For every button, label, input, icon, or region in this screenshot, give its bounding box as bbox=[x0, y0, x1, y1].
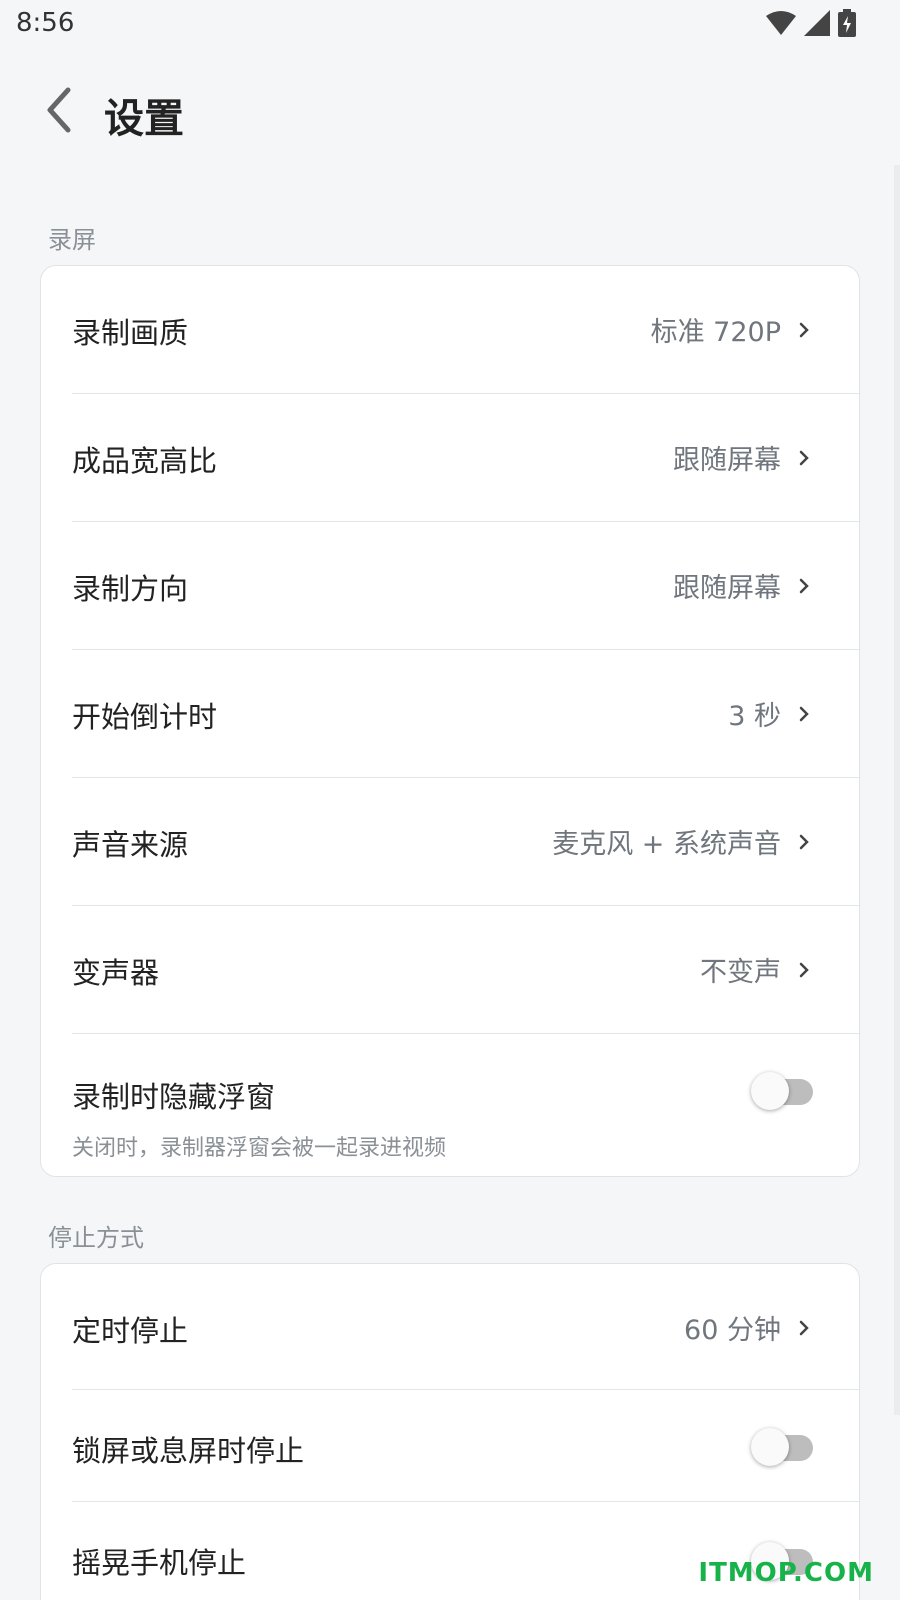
setting-label: 摇晃手机停止 bbox=[72, 1546, 247, 1580]
setting-value: 3 秒 bbox=[728, 701, 781, 732]
scroll-indicator[interactable] bbox=[894, 165, 900, 1415]
chevron-right-icon bbox=[799, 450, 809, 466]
setting-value: 麦克风 + 系统声音 bbox=[552, 829, 781, 860]
page-title: 设置 bbox=[104, 96, 184, 142]
section-title-stop-method: 停止方式 bbox=[48, 1224, 144, 1252]
chevron-right-icon bbox=[799, 706, 809, 722]
setting-label: 录制画质 bbox=[72, 316, 189, 350]
section-title-recording: 录屏 bbox=[48, 226, 96, 254]
setting-row-quality[interactable]: 录制画质 标准 720P bbox=[72, 266, 859, 394]
setting-label: 开始倒计时 bbox=[72, 700, 218, 734]
setting-value: 跟随屏幕 bbox=[673, 445, 781, 476]
setting-row-timed-stop[interactable]: 定时停止 60 分钟 bbox=[72, 1264, 859, 1390]
setting-row-voice-changer[interactable]: 变声器 不变声 bbox=[72, 906, 859, 1034]
toggle-knob bbox=[751, 1428, 789, 1466]
chevron-right-icon bbox=[799, 578, 809, 594]
back-button[interactable] bbox=[40, 84, 84, 136]
app-header: 设置 bbox=[0, 70, 900, 150]
setting-label: 录制方向 bbox=[72, 572, 189, 606]
status-time: 8:56 bbox=[16, 8, 75, 38]
setting-row-aspect-ratio[interactable]: 成品宽高比 跟随屏幕 bbox=[72, 394, 859, 522]
status-icons bbox=[766, 8, 856, 38]
setting-row-orientation[interactable]: 录制方向 跟随屏幕 bbox=[72, 522, 859, 650]
cellular-signal-icon bbox=[804, 10, 830, 36]
setting-label: 变声器 bbox=[72, 956, 160, 990]
settings-card-stop-method: 定时停止 60 分钟 锁屏或息屏时停止 摇晃手机停止 bbox=[40, 1263, 860, 1600]
chevron-right-icon bbox=[799, 962, 809, 978]
setting-label: 声音来源 bbox=[72, 828, 189, 862]
chevron-right-icon bbox=[799, 834, 809, 850]
battery-charging-icon bbox=[838, 9, 856, 37]
wifi-icon bbox=[766, 11, 796, 35]
stop-on-lock-toggle[interactable] bbox=[751, 1428, 815, 1466]
watermark: ITMOP.COM bbox=[698, 1558, 874, 1588]
setting-row-stop-on-lock: 锁屏或息屏时停止 bbox=[72, 1390, 859, 1502]
setting-label: 成品宽高比 bbox=[72, 444, 218, 478]
chevron-right-icon bbox=[799, 1320, 809, 1336]
setting-description: 关闭时，录制器浮窗会被一起录进视频 bbox=[72, 1136, 447, 1161]
toggle-knob bbox=[751, 1072, 789, 1110]
back-arrow-icon bbox=[47, 87, 71, 133]
chevron-right-icon bbox=[799, 322, 809, 338]
setting-label: 定时停止 bbox=[72, 1314, 189, 1348]
setting-value: 60 分钟 bbox=[684, 1315, 781, 1346]
setting-value: 跟随屏幕 bbox=[673, 573, 781, 604]
setting-row-audio-source[interactable]: 声音来源 麦克风 + 系统声音 bbox=[72, 778, 859, 906]
setting-row-hide-floating-window: 录制时隐藏浮窗 关闭时，录制器浮窗会被一起录进视频 bbox=[72, 1034, 859, 1176]
status-bar: 8:56 bbox=[0, 0, 900, 48]
setting-label: 录制时隐藏浮窗 bbox=[72, 1080, 276, 1114]
setting-value: 不变声 bbox=[700, 957, 781, 988]
setting-value: 标准 720P bbox=[650, 317, 781, 348]
hide-floating-window-toggle[interactable] bbox=[751, 1072, 815, 1110]
setting-label: 锁屏或息屏时停止 bbox=[72, 1434, 305, 1468]
setting-row-countdown[interactable]: 开始倒计时 3 秒 bbox=[72, 650, 859, 778]
settings-card-recording: 录制画质 标准 720P 成品宽高比 跟随屏幕 录制方向 跟随屏幕 开始倒计时 … bbox=[40, 265, 860, 1177]
